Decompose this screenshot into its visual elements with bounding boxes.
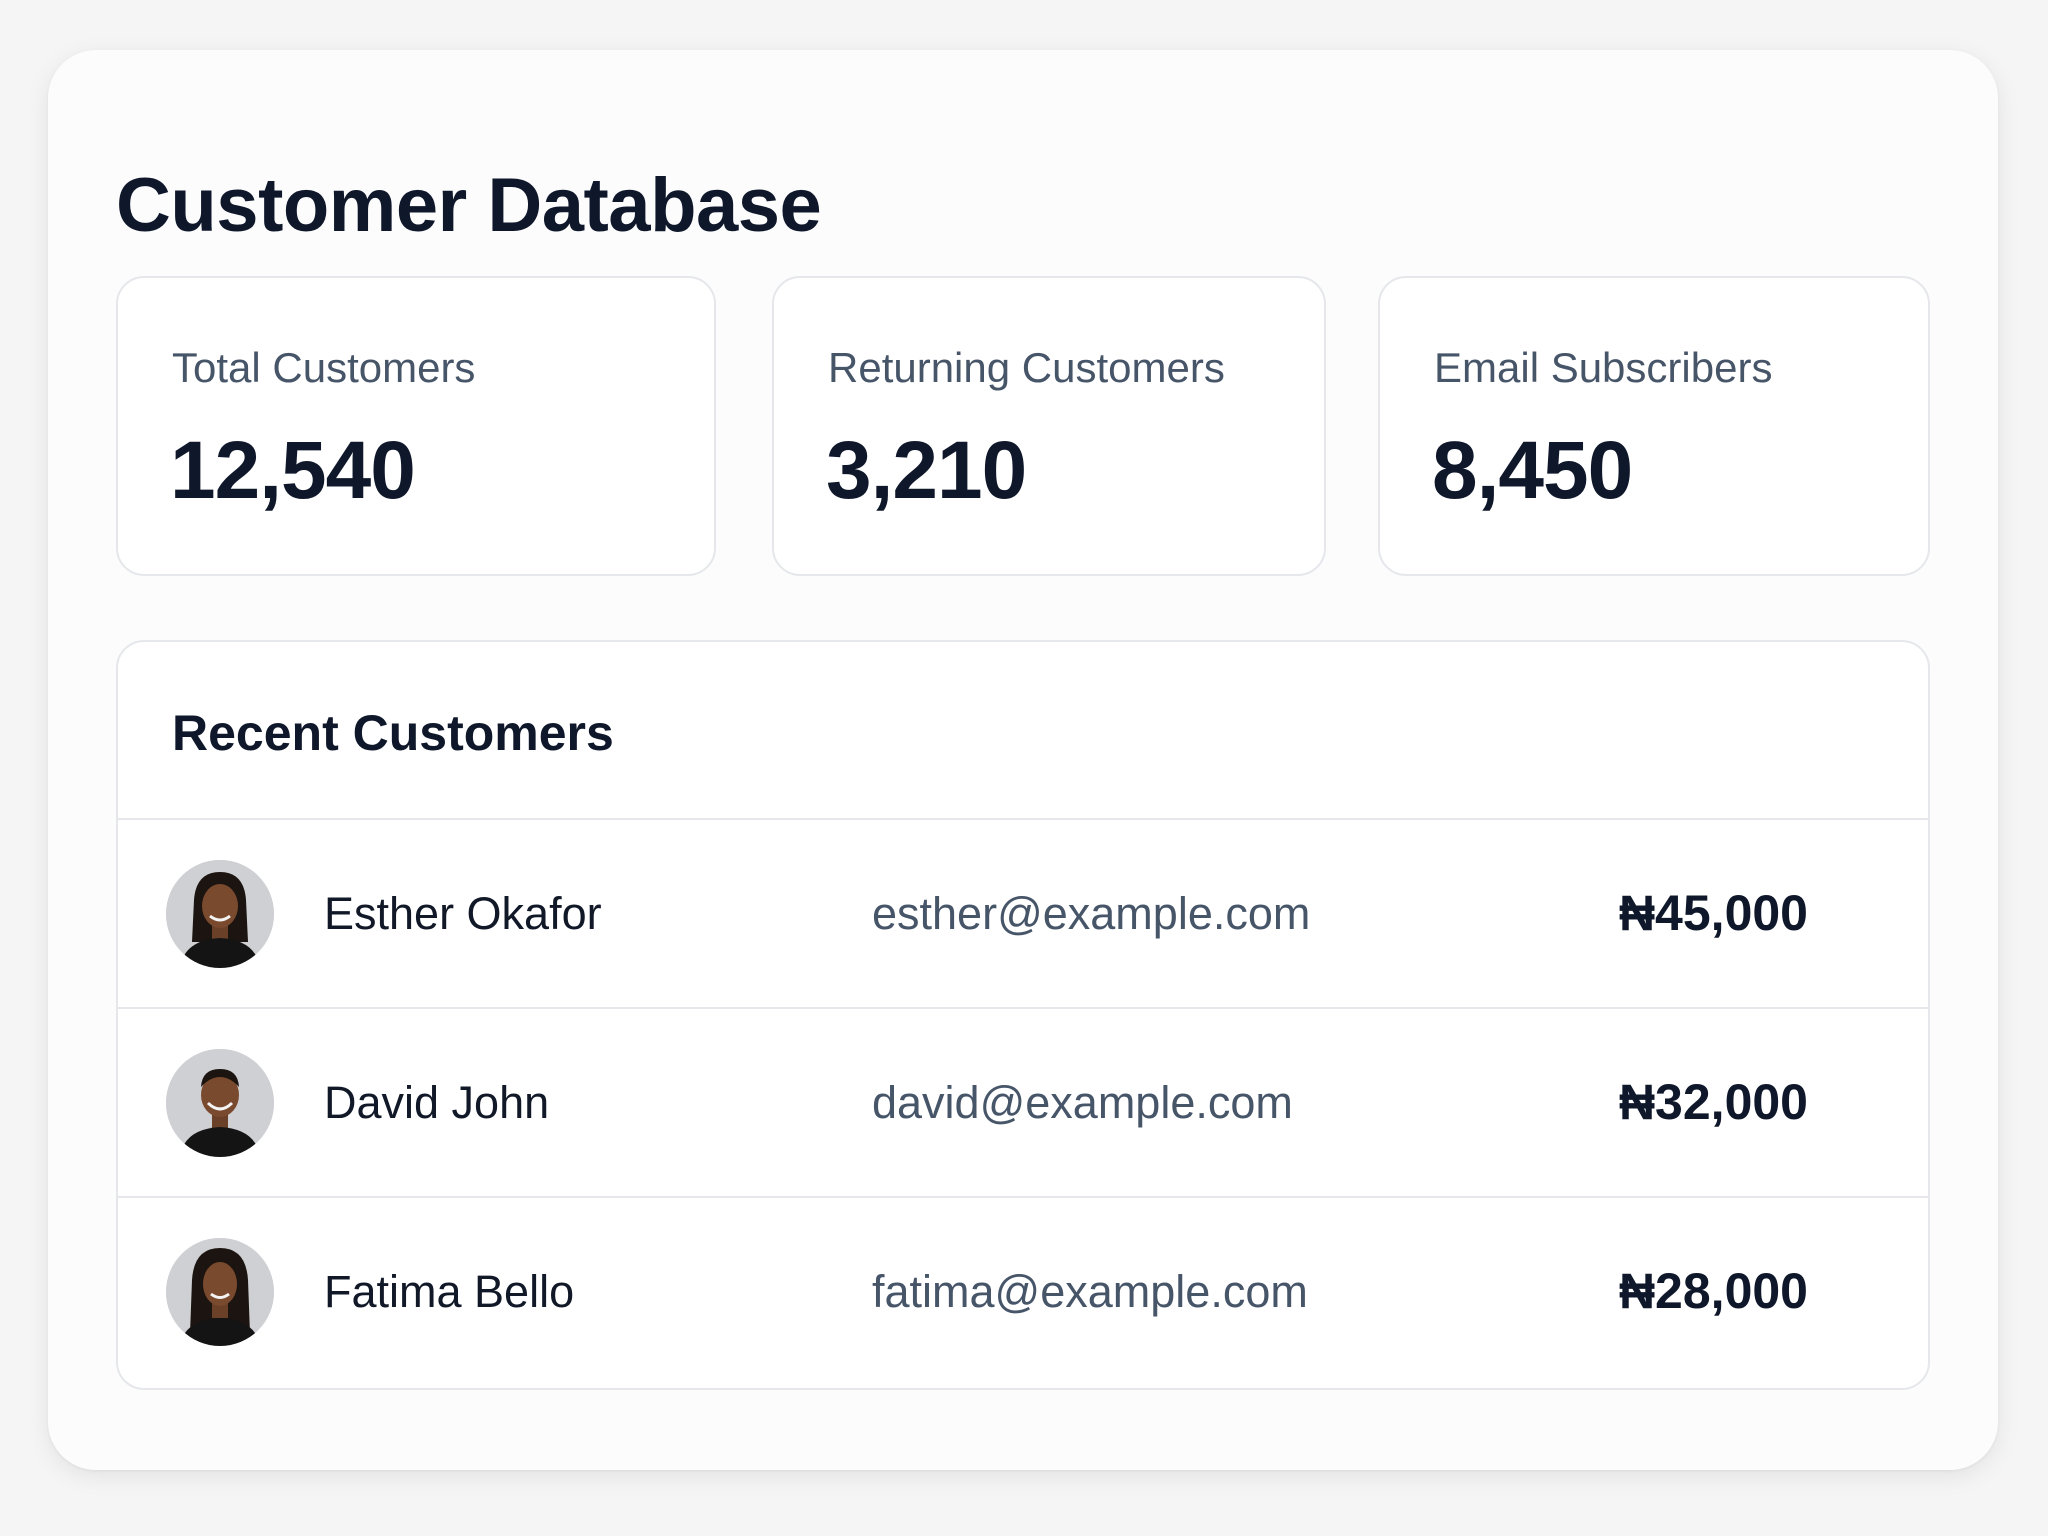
stat-value: 8,450	[1432, 425, 1633, 516]
customer-name: Fatima Bello	[324, 1266, 575, 1317]
avatar-portrait-icon	[166, 1238, 274, 1346]
avatar-portrait-icon	[166, 860, 274, 968]
page-title: Customer Database	[116, 163, 822, 248]
customer-email: fatima@example.com	[872, 1266, 1308, 1317]
customer-amount: ₦28,000	[1618, 1263, 1808, 1319]
stat-value: 12,540	[170, 425, 416, 516]
avatar-portrait-icon	[166, 1049, 274, 1157]
customer-row[interactable]: Fatima Bello fatima@example.com ₦28,000	[118, 1196, 1928, 1385]
customer-email: david@example.com	[872, 1077, 1293, 1128]
avatar	[166, 860, 274, 968]
stat-card-returning-customers[interactable]: Returning Customers 3,210	[772, 276, 1326, 576]
customer-email: esther@example.com	[872, 888, 1311, 939]
customer-name: Esther Okafor	[324, 888, 602, 939]
stat-card-total-customers[interactable]: Total Customers 12,540	[116, 276, 716, 576]
stat-label: Email Subscribers	[1434, 344, 1773, 391]
customer-database-card: Customer Database Total Customers 12,540…	[48, 50, 1998, 1470]
stat-label: Returning Customers	[828, 344, 1225, 391]
avatar	[166, 1238, 274, 1346]
stat-label: Total Customers	[172, 344, 476, 391]
recent-customers-title: Recent Customers	[172, 705, 614, 761]
recent-customers-panel: Recent Customers Esther Okafor esther@ex…	[116, 640, 1930, 1390]
avatar	[166, 1049, 274, 1157]
customer-amount: ₦45,000	[1618, 885, 1808, 941]
customer-row[interactable]: David John david@example.com ₦32,000	[118, 1007, 1928, 1196]
stat-value: 3,210	[826, 425, 1027, 516]
stat-card-email-subscribers[interactable]: Email Subscribers 8,450	[1378, 276, 1930, 576]
customer-row[interactable]: Esther Okafor esther@example.com ₦45,000	[118, 818, 1928, 1007]
customer-amount: ₦32,000	[1618, 1074, 1808, 1130]
customer-name: David John	[324, 1077, 550, 1128]
